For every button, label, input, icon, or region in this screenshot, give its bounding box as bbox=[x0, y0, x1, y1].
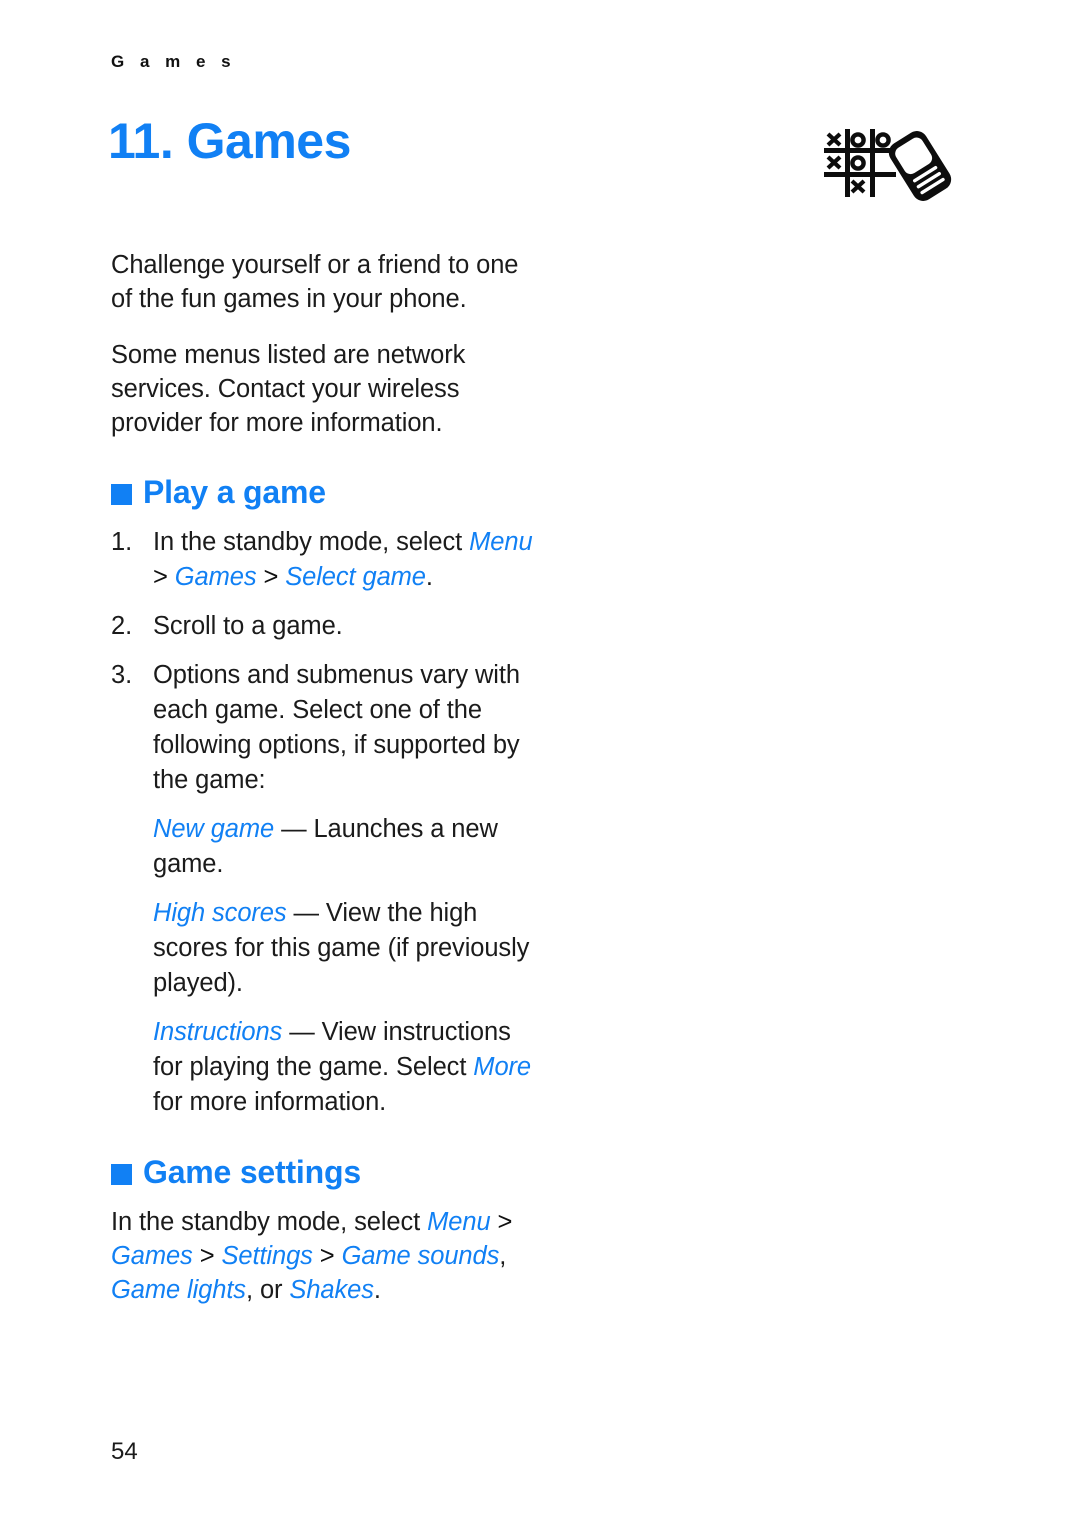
list-item: 2. Scroll to a game. bbox=[111, 609, 541, 644]
list-item: 3. Options and submenus vary with each ga… bbox=[111, 658, 541, 798]
intro-paragraph-2: Some menus listed are network services. … bbox=[111, 341, 466, 437]
menu-item-menu: Menu bbox=[427, 1208, 491, 1236]
document-page: G a m e s 11. Games Challenge yourself o… bbox=[0, 0, 1080, 1530]
path-separator: > bbox=[312, 1242, 342, 1270]
paragraph-comma: , bbox=[499, 1242, 507, 1270]
menu-item-select-game: Select game bbox=[285, 563, 426, 591]
option-term: High scores bbox=[153, 899, 287, 927]
tictactoe-phone-icon bbox=[822, 126, 972, 206]
intro-paragraph-1: Challenge yourself or a friend to one of… bbox=[111, 251, 519, 313]
paragraph-period: . bbox=[373, 1276, 381, 1304]
menu-item-games: Games bbox=[174, 563, 257, 591]
play-a-game-steps: 1. In the standby mode, select Menu > Gam… bbox=[111, 525, 541, 798]
paragraph-or: , or bbox=[245, 1276, 290, 1304]
step-number: 1. bbox=[111, 528, 133, 556]
option-dash: — bbox=[286, 899, 326, 927]
menu-item-games: Games bbox=[111, 1242, 193, 1270]
menu-item-game-sounds: Game sounds bbox=[341, 1242, 500, 1270]
content-column: Challenge yourself or a friend to one of… bbox=[111, 248, 541, 1329]
game-settings-paragraph: In the standby mode, select Menu > Games… bbox=[111, 1205, 541, 1307]
square-bullet-icon bbox=[111, 1164, 132, 1185]
option-instructions: Instructions — View instructions for pla… bbox=[111, 1015, 541, 1120]
path-separator: > bbox=[192, 1242, 222, 1270]
section-heading-label: Play a game bbox=[143, 474, 326, 510]
step-text: Options and submenus vary with each game… bbox=[153, 661, 520, 794]
section-heading-play-a-game: Play a game bbox=[111, 474, 541, 511]
section-heading-label: Game settings bbox=[143, 1154, 361, 1190]
path-separator: > bbox=[490, 1208, 513, 1236]
step-text: In the standby mode, select bbox=[153, 528, 470, 556]
menu-item-shakes: Shakes bbox=[289, 1276, 374, 1304]
option-term: New game bbox=[153, 815, 275, 843]
square-bullet-icon bbox=[111, 484, 132, 505]
path-separator: > bbox=[153, 563, 175, 591]
section-heading-game-settings: Game settings bbox=[111, 1154, 541, 1191]
option-new-game: New game — Launches a new game. bbox=[111, 812, 541, 882]
menu-item-settings: Settings bbox=[221, 1242, 313, 1270]
running-header: G a m e s bbox=[111, 52, 237, 71]
menu-item-game-lights: Game lights bbox=[111, 1276, 246, 1304]
menu-item-more: More bbox=[473, 1053, 531, 1081]
step-number: 2. bbox=[111, 612, 133, 640]
list-item: 1. In the standby mode, select Menu > Gam… bbox=[111, 525, 541, 595]
step-text-end: . bbox=[425, 563, 433, 591]
option-dash: — bbox=[282, 1018, 322, 1046]
page-title: 11. Games bbox=[108, 113, 351, 169]
page-number: 54 bbox=[111, 1438, 138, 1465]
step-text: Scroll to a game. bbox=[153, 612, 343, 640]
option-term: Instructions bbox=[153, 1018, 283, 1046]
option-high-scores: High scores — View the high scores for t… bbox=[111, 896, 541, 1001]
path-separator: > bbox=[256, 563, 286, 591]
menu-item-menu: Menu bbox=[469, 528, 533, 556]
paragraph-text: In the standby mode, select bbox=[111, 1208, 428, 1236]
option-dash: — bbox=[274, 815, 314, 843]
step-number: 3. bbox=[111, 661, 133, 689]
option-description-tail: for more information. bbox=[153, 1088, 387, 1116]
